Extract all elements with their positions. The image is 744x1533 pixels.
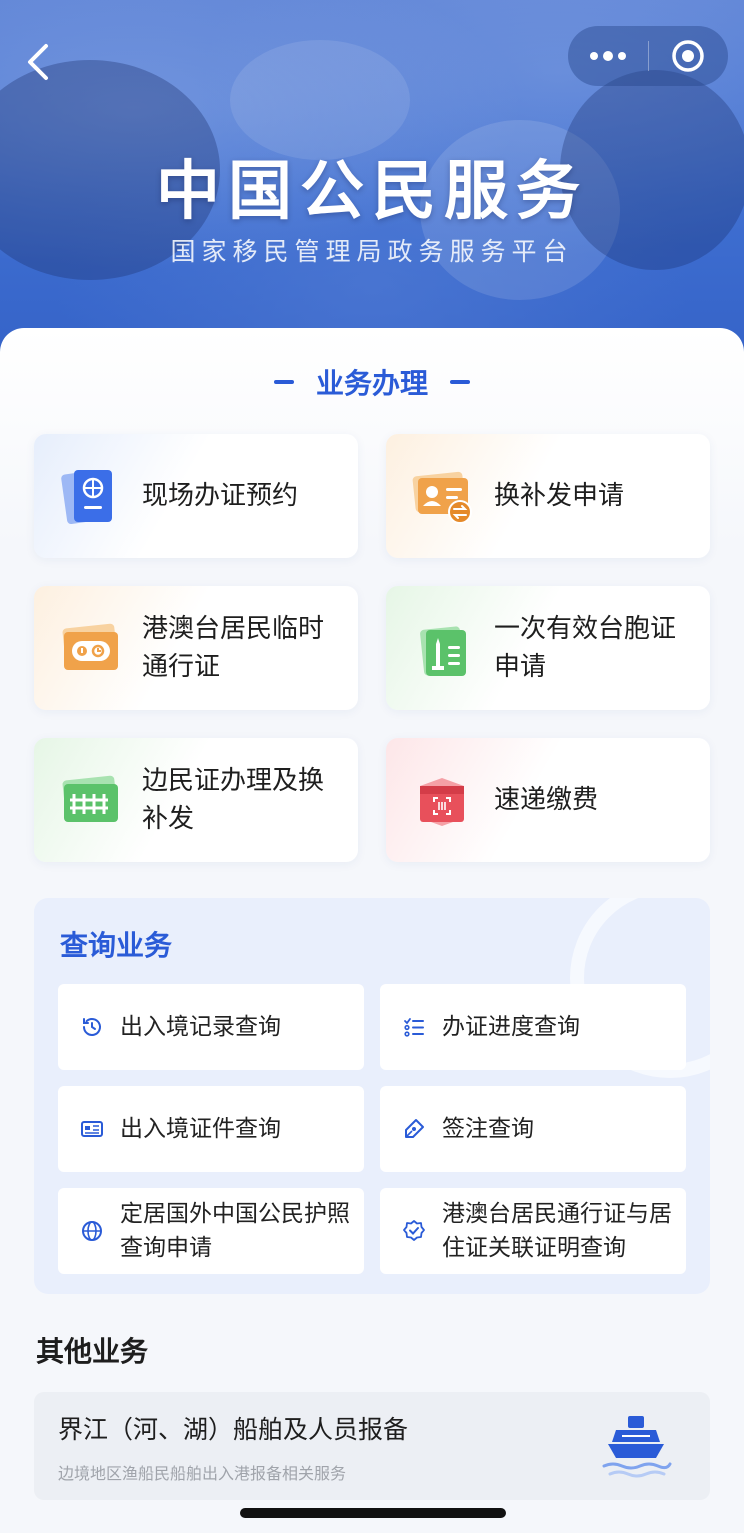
business-section-header: 业务办理 — [0, 362, 744, 402]
id-card-exchange-icon — [408, 462, 476, 530]
main-content: 业务办理 现场办证预约 换补发申请 港澳台居民临时通行证 一次有效台胞证申请 边… — [0, 328, 744, 1533]
query-label: 定居国外中国公民护照查询申请 — [120, 1201, 350, 1261]
progress-list-icon — [404, 1018, 424, 1037]
service-label: 边民证办理及换补发 — [142, 766, 325, 834]
home-indicator — [240, 1508, 506, 1518]
service-border-resident-card[interactable]: 边民证办理及换补发 — [34, 738, 358, 862]
query-entry-exit-records[interactable]: 出入境记录查询 — [58, 984, 364, 1070]
service-temporary-pass[interactable]: 港澳台居民临时通行证 — [34, 586, 358, 710]
mini-program-capsule — [568, 26, 728, 86]
service-label: 港澳台居民临时通行证 — [142, 614, 325, 682]
ship-icon — [602, 1416, 672, 1478]
service-label: 速递缴费 — [494, 785, 599, 815]
title-dash — [450, 380, 470, 384]
other-section-title: 其他业务 — [36, 1335, 149, 1368]
back-icon — [28, 44, 48, 80]
service-label: 一次有效台胞证申请 — [494, 614, 677, 682]
query-label: 港澳台居民通行证与居住证关联证明查询 — [442, 1201, 672, 1261]
service-label: 换补发申请 — [494, 481, 625, 511]
query-permit-residence-link[interactable]: 港澳台居民通行证与居住证关联证明查询 — [380, 1188, 686, 1274]
title-dash — [273, 380, 294, 384]
query-travel-documents[interactable]: 出入境证件查询 — [58, 1086, 364, 1172]
page-title: 中国公民服务 — [156, 155, 588, 229]
page-subtitle: 国家移民管理局政务服务平台 — [170, 237, 574, 266]
service-replacement-application[interactable]: 换补发申请 — [386, 434, 710, 558]
other-card-subtitle: 边境地区渔船民船舶出入港报备相关服务 — [58, 1464, 347, 1483]
query-section: 查询业务 出入境记录查询 办证进度查询 出入境证件查询 签注查询 定居国外中国公… — [34, 898, 710, 1294]
boundary-river-vessel-report[interactable]: 界江（河、湖）船舶及人员报备 边境地区渔船民船舶出入港报备相关服务 — [34, 1392, 710, 1500]
other-card-title: 界江（河、湖）船舶及人员报备 — [58, 1415, 409, 1444]
passport-icon — [56, 462, 124, 530]
close-circle-icon — [672, 40, 704, 72]
service-taiwan-permit[interactable]: 一次有效台胞证申请 — [386, 586, 710, 710]
globe-icon — [82, 1221, 102, 1241]
service-onsite-appointment[interactable]: 现场办证预约 — [34, 434, 358, 558]
service-label: 现场办证预约 — [142, 481, 299, 511]
temporary-pass-icon — [56, 614, 124, 682]
hero-banner: 中国公民服务 国家移民管理局政务服务平台 — [0, 0, 744, 360]
close-button[interactable] — [649, 26, 729, 86]
query-label: 签注查询 — [442, 1116, 534, 1142]
taiwan-compatriot-permit-icon — [408, 614, 476, 682]
more-button[interactable] — [568, 26, 648, 86]
business-section-title: 业务办理 — [315, 367, 428, 400]
query-section-title: 查询业务 — [60, 929, 173, 962]
query-endorsement[interactable]: 签注查询 — [380, 1086, 686, 1172]
query-label: 出入境证件查询 — [120, 1116, 281, 1142]
back-button[interactable] — [16, 40, 60, 84]
query-application-progress[interactable]: 办证进度查询 — [380, 984, 686, 1070]
id-document-icon — [81, 1121, 103, 1137]
service-express-payment[interactable]: 速递缴费 — [386, 738, 710, 862]
query-label: 办证进度查询 — [442, 1014, 580, 1040]
query-label: 出入境记录查询 — [120, 1014, 281, 1040]
clock-history-icon — [83, 1018, 101, 1036]
verified-badge-icon — [403, 1220, 425, 1241]
border-resident-card-icon — [56, 766, 124, 834]
query-overseas-passport[interactable]: 定居国外中国公民护照查询申请 — [58, 1188, 364, 1274]
express-package-icon — [408, 766, 476, 834]
endorsement-pen-icon — [405, 1119, 424, 1138]
more-icon — [589, 51, 626, 61]
